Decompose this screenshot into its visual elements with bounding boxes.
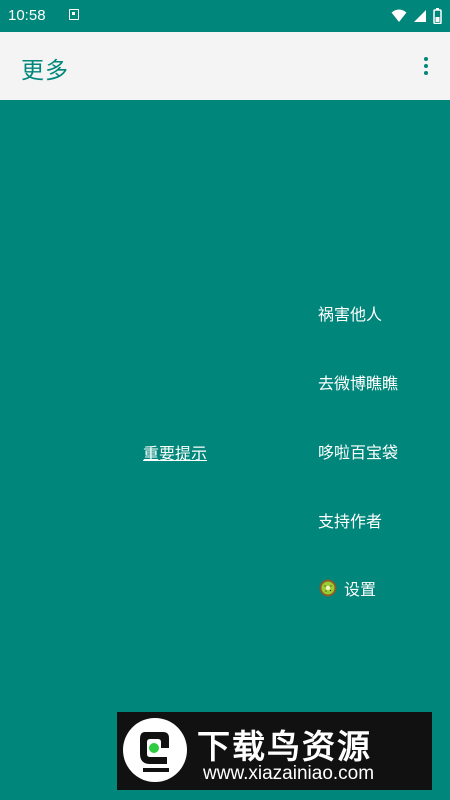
bird-logo-icon bbox=[140, 732, 169, 772]
status-icons bbox=[391, 8, 442, 24]
kiwi-icon bbox=[319, 579, 337, 597]
wifi-icon bbox=[391, 9, 407, 22]
menu-item-settings[interactable]: 设置 bbox=[318, 576, 376, 600]
menu-item-support-author[interactable]: 支持作者 bbox=[318, 508, 382, 532]
menu-item-label: 去微博瞧瞧 bbox=[318, 374, 399, 393]
watermark-banner: 下载鸟资源 www.xiazainiao.com bbox=[117, 712, 432, 790]
main-content: 重要提示 祸害他人 去微博瞧瞧 哆啦百宝袋 支持作者 设置 bbox=[0, 100, 450, 800]
status-time: 10:58 bbox=[8, 7, 46, 24]
important-notice-link[interactable]: 重要提示 bbox=[143, 440, 207, 464]
page-title: 更多 bbox=[21, 58, 69, 84]
menu-item-label: 设置 bbox=[344, 580, 377, 599]
menu-item-label: 祸害他人 bbox=[318, 305, 383, 324]
signal-icon bbox=[414, 10, 426, 22]
battery-icon bbox=[433, 8, 442, 24]
menu-item-harm-others[interactable]: 祸害他人 bbox=[318, 301, 382, 325]
menu-item-doraemon-pocket[interactable]: 哆啦百宝袋 bbox=[318, 439, 398, 463]
app-bar: 更多 bbox=[0, 32, 450, 100]
status-bar: 10:58 bbox=[0, 0, 450, 32]
menu-item-weibo[interactable]: 去微博瞧瞧 bbox=[318, 370, 398, 394]
watermark-logo bbox=[123, 718, 187, 782]
watermark-url: www.xiazainiao.com bbox=[203, 763, 375, 784]
more-vert-icon[interactable] bbox=[420, 52, 432, 80]
notification-icon bbox=[69, 9, 79, 20]
menu-item-label: 支持作者 bbox=[318, 512, 383, 531]
menu-item-label: 哆啦百宝袋 bbox=[318, 443, 399, 462]
watermark-title: 下载鸟资源 bbox=[197, 727, 372, 766]
